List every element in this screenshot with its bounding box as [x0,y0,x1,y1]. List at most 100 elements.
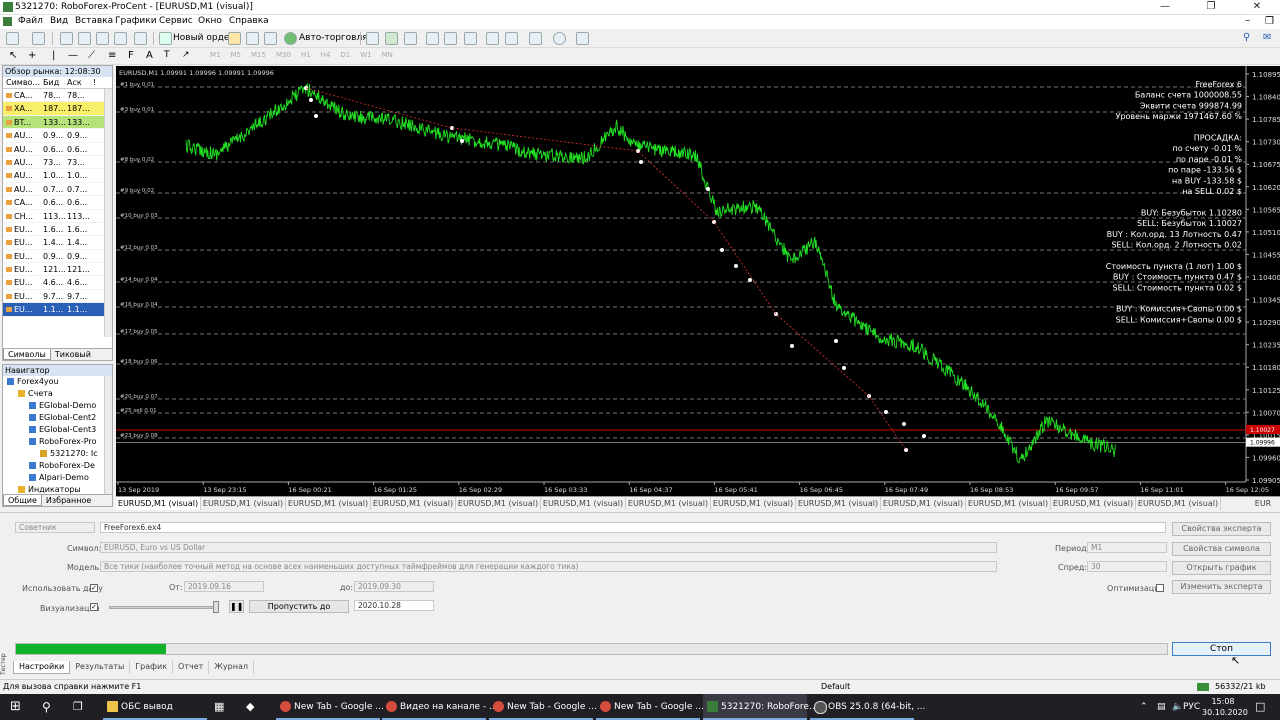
chart-window-tab[interactable]: EURUSD,M1 (visual) [371,497,456,510]
line-chart-icon[interactable] [404,32,417,45]
restore-child-icon[interactable]: ❐ [1265,16,1274,27]
network-icon[interactable]: ▤ [1157,694,1166,720]
templates-icon[interactable] [576,32,589,45]
stop-button[interactable]: Стоп [1172,642,1271,656]
open-chart-button[interactable]: Открыть график [1172,561,1271,575]
minimize-child-icon[interactable]: – [1245,15,1250,26]
bar-chart-icon[interactable] [366,32,379,45]
zoom-in-icon[interactable] [426,32,439,45]
search-taskbar-icon[interactable]: ⚲ [42,694,51,720]
timeframe-m30[interactable]: M30 [276,51,291,59]
market-watch-row[interactable]: EU... 0.9... 0.9... [3,250,112,264]
tab-common[interactable]: Общие [3,495,42,506]
expert-select[interactable]: FreeForex6.ex4 [100,522,1166,533]
chart-window-tab[interactable]: EURUSD,M1 (visual) [286,497,371,510]
candles-icon[interactable] [385,32,398,45]
from-date-field[interactable]: 2019.09.16 [184,581,264,592]
periods-icon[interactable] [553,32,566,45]
timeframe-m5[interactable]: M5 [231,51,242,59]
volume-icon[interactable]: 🔈 [1172,694,1183,720]
market-watch-row[interactable]: EU... 1.1... 1.1... [3,303,112,317]
column-ask[interactable]: Аск [67,77,93,88]
close-icon[interactable]: ✕ [1234,0,1280,15]
taskbar-app-chrome-3[interactable]: New Tab - Google ... [489,694,597,720]
navigator-scrollbar[interactable] [104,376,112,494]
autoscroll-icon[interactable] [505,32,518,45]
navigator-item[interactable]: EGlobal-Demo [3,400,112,412]
chart-window-tab[interactable]: EURUSD,M1 (visual) [626,497,711,510]
menu-file[interactable]: Файл [18,16,43,26]
market-watch-row[interactable]: AU... 0.7... 0.7... [3,183,112,197]
modify-expert-button[interactable]: Изменить эксперта [1172,580,1271,594]
symbol-select[interactable]: EURUSD, Euro vs US Dollar [100,542,997,553]
navigator-item[interactable]: EGlobal-Cent2 [3,412,112,424]
timeframe-m15[interactable]: M15 [251,51,266,59]
metaeditor-icon[interactable] [228,32,241,45]
column-bid[interactable]: Бид [43,77,67,88]
speed-slider-handle[interactable] [213,601,219,613]
notifications-icon[interactable]: □ [1255,694,1265,720]
spread-select[interactable]: 30 [1087,561,1167,572]
market-watch-row[interactable]: CA... 0.6... 0.6... [3,196,112,210]
chart-shift-icon[interactable] [486,32,499,45]
navigator-item[interactable]: RoboForex-De [3,460,112,472]
signals-icon[interactable] [246,32,259,45]
market-watch-row[interactable]: BT... 133... 133... [3,115,112,130]
new-order-button[interactable]: Новый ордер [173,33,235,43]
tab-tick-chart[interactable]: Тиковый граф [51,349,112,360]
column-spread[interactable]: ! [93,77,103,88]
text-tool-icon[interactable]: A [146,50,153,61]
chart-window-tab[interactable]: EURUSD,M1 (visual) [1051,497,1136,510]
menu-tools[interactable]: Сервис [159,16,193,26]
market-watch-row[interactable]: CA... 78... 78... [3,89,112,103]
clock-time[interactable]: 15:08 [1204,696,1242,707]
clock-date[interactable]: 30.10.2020 [1202,707,1248,718]
minimize-icon[interactable]: — [1142,0,1188,15]
crosshair-icon[interactable]: + [28,50,36,61]
speed-slider[interactable] [109,606,219,609]
market-watch-row[interactable]: AU... 73... 73... [3,156,112,170]
price-chart[interactable]: 1.10895 1.10840 1.10785 1.10730 1.10675 1.106… [116,66,1280,496]
market-watch-row[interactable]: EU... 1.4... 1.4... [3,236,112,250]
tab-report[interactable]: Отчет [173,661,210,674]
chart-window-tab[interactable]: EURUSD,M1 (visual) [541,497,626,510]
taskbar-app-obs-output[interactable]: ОБС вывод [103,694,207,720]
pause-button[interactable]: ❚❚ [229,600,244,613]
market-watch-row[interactable]: AU... 0.6... 0.6... [3,143,112,156]
tester-type-select[interactable]: Советник [15,522,95,533]
trendline-icon[interactable]: ⟋ [88,50,95,61]
terminal-icon[interactable] [114,32,127,45]
navigator-item[interactable]: Forex4you [3,376,112,388]
taskbar-app-metatrader[interactable]: 5321270: RoboFore... [703,694,818,720]
model-select[interactable]: Все тики (наиболее точный метод на основ… [100,561,997,572]
chart-window-tab[interactable]: EURUSD,M1 (visual) [796,497,881,510]
taskbar-app-chrome-1[interactable]: New Tab - Google ... [276,694,384,720]
visualization-checkbox[interactable]: ✓ [90,603,98,611]
new-order-icon[interactable] [159,32,172,45]
timeframe-h1[interactable]: H1 [301,51,311,59]
menu-insert[interactable]: Вставка [75,16,113,26]
chart-window-tab[interactable]: EURUSD,M1 (visual) [456,497,541,510]
chat-icon[interactable]: ✉ [1263,32,1271,43]
tray-chevron-icon[interactable]: ⌃ [1140,694,1148,720]
menu-charts[interactable]: Графики [115,16,157,26]
skip-to-button[interactable]: Пропустить до [249,600,349,613]
search-icon[interactable]: ⚲ [1243,32,1250,43]
restore-icon[interactable]: ❐ [1188,0,1234,15]
tab-results[interactable]: Результаты [70,661,131,674]
market-watch-row[interactable]: EU... 9.7... 9.7... [3,290,112,304]
market-watch-row[interactable]: XA... 187... 187... [3,102,112,116]
cursor-icon[interactable]: ↖ [9,50,17,61]
market-watch-row[interactable]: AU... 0.9... 0.9... [3,129,112,143]
chart-window-tab[interactable]: EURUSD,M1 (visual) [711,497,796,510]
pinned-app-icon[interactable]: ◆ [246,694,254,720]
taskbar-app-obs[interactable]: OBS 25.0.8 (64-bit, ... [810,694,925,720]
market-watch-icon[interactable] [60,32,73,45]
task-view-icon[interactable]: ❐ [73,694,83,720]
auto-trading-button[interactable]: Авто-торговля [299,33,368,43]
navigator-item[interactable]: Счета [3,388,112,400]
optimization-checkbox[interactable] [1156,584,1164,592]
expert-properties-button[interactable]: Свойства эксперта [1172,522,1271,536]
timeframe-mn[interactable]: MN [382,51,393,59]
timeframe-h4[interactable]: H4 [321,51,331,59]
